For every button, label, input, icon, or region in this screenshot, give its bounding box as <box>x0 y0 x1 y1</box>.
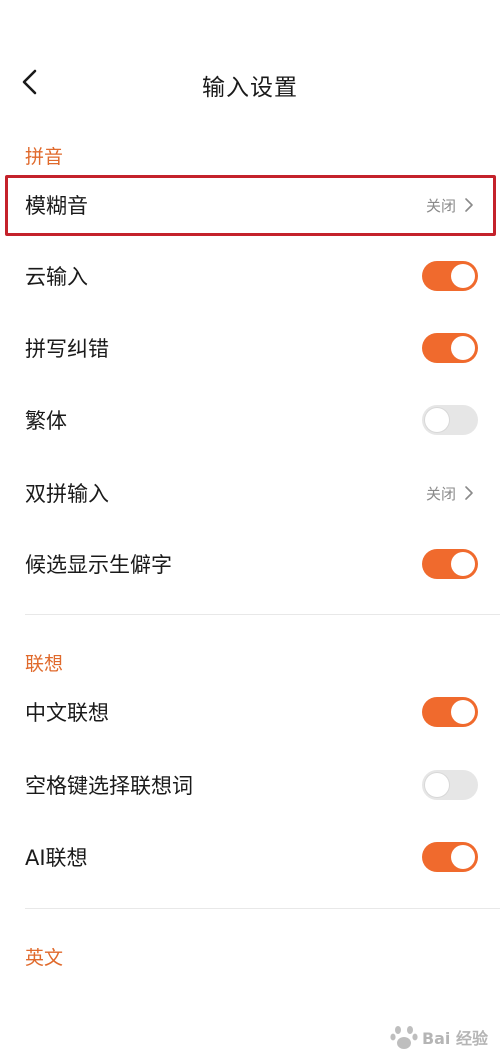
row-label-traditional: 繁体 <box>25 409 67 433</box>
toggle-knob <box>451 336 475 360</box>
row-ai-association[interactable]: AI联想 <box>0 822 500 892</box>
row-cloud-input[interactable]: 云输入 <box>0 241 500 311</box>
row-label-spell-correction: 拼写纠错 <box>25 337 109 361</box>
row-value-fuzzy-sound: 关闭 <box>426 195 474 216</box>
watermark: Bai 经验 <box>390 1024 488 1050</box>
fuzzy-sound-value: 关闭 <box>425 196 456 215</box>
row-spell-correction[interactable]: 拼写纠错 <box>0 313 500 383</box>
toggle-chinese-association[interactable] <box>422 697 478 727</box>
paw-logo-icon <box>390 1026 418 1049</box>
toggle-knob <box>451 264 475 288</box>
divider <box>25 908 500 909</box>
toggle-knob <box>451 700 475 724</box>
row-label-rare-chars: 候选显示生僻字 <box>25 553 172 577</box>
row-fuzzy-sound[interactable]: 模糊音 关闭 <box>0 170 500 240</box>
row-label-chinese-association: 中文联想 <box>25 701 109 725</box>
page-title: 输入设置 <box>202 75 298 101</box>
toggle-knob <box>451 552 475 576</box>
row-rare-chars[interactable]: 候选显示生僻字 <box>0 529 500 599</box>
toggle-spell-correction[interactable] <box>422 333 478 363</box>
row-label-ai-association: AI联想 <box>25 846 88 870</box>
section-label-association: 联想 <box>25 653 64 675</box>
section-label-pinyin: 拼音 <box>25 146 64 168</box>
row-traditional[interactable]: 繁体 <box>0 385 500 455</box>
row-label-fuzzy-sound: 模糊音 <box>25 194 88 218</box>
toggle-space-select-association[interactable] <box>422 770 478 800</box>
toggle-traditional[interactable] <box>422 405 478 435</box>
input-settings-page: 输入设置 拼音 模糊音 关闭 云输入 拼写纠错 繁体 双拼输入 关闭 候选显示生… <box>0 0 500 1056</box>
divider <box>25 614 500 615</box>
row-label-shuangpin: 双拼输入 <box>25 482 109 506</box>
watermark-text: Bai 经验 <box>421 1029 488 1048</box>
chevron-right-icon <box>465 198 473 212</box>
toggle-rare-chars[interactable] <box>422 549 478 579</box>
row-space-select-association[interactable]: 空格键选择联想词 <box>0 750 500 820</box>
row-label-cloud-input: 云输入 <box>25 265 88 289</box>
row-label-space-select-association: 空格键选择联想词 <box>25 774 193 798</box>
row-shuangpin[interactable]: 双拼输入 关闭 <box>0 458 500 528</box>
chevron-right-icon <box>465 486 473 500</box>
shuangpin-value: 关闭 <box>425 484 456 503</box>
toggle-knob <box>425 773 449 797</box>
toggle-cloud-input[interactable] <box>422 261 478 291</box>
section-label-english: 英文 <box>25 947 64 969</box>
toggle-ai-association[interactable] <box>422 842 478 872</box>
toggle-knob <box>425 408 449 432</box>
row-value-shuangpin: 关闭 <box>426 483 474 504</box>
header: 输入设置 <box>0 50 500 114</box>
toggle-knob <box>451 845 475 869</box>
row-chinese-association[interactable]: 中文联想 <box>0 677 500 747</box>
